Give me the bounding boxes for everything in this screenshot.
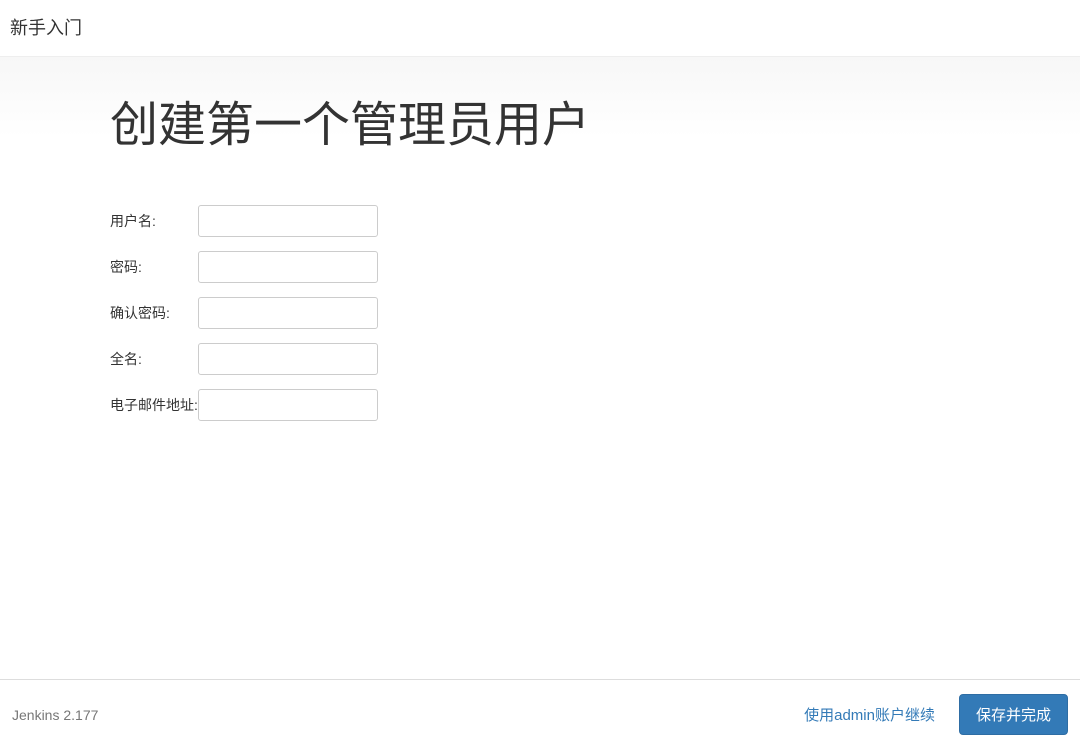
form-row-email: 电子邮件地址: [110, 389, 378, 421]
footer-bar: Jenkins 2.177 使用admin账户继续 保存并完成 [0, 679, 1080, 749]
continue-as-admin-button[interactable]: 使用admin账户继续 [800, 698, 939, 731]
email-input[interactable] [198, 389, 378, 421]
save-and-finish-button[interactable]: 保存并完成 [959, 694, 1068, 735]
form-row-password: 密码: [110, 251, 378, 283]
form-row-username: 用户名: [110, 205, 378, 237]
footer-actions: 使用admin账户继续 保存并完成 [800, 694, 1068, 735]
password-label: 密码: [110, 251, 198, 283]
fullname-input[interactable] [198, 343, 378, 375]
version-label: Jenkins 2.177 [12, 707, 98, 723]
form-row-confirm-password: 确认密码: [110, 297, 378, 329]
form-row-fullname: 全名: [110, 343, 378, 375]
main-content: 创建第一个管理员用户 用户名: 密码: 确认密码: 全名: 电子邮件地址: [0, 57, 1080, 679]
email-label: 电子邮件地址: [110, 389, 198, 421]
fullname-label: 全名: [110, 343, 198, 375]
header-bar: 新手入门 [0, 0, 1080, 57]
page-title: 创建第一个管理员用户 [110, 85, 1080, 155]
content-wrapper: 创建第一个管理员用户 用户名: 密码: 确认密码: 全名: 电子邮件地址: [0, 57, 1080, 435]
header-title: 新手入门 [10, 18, 82, 38]
username-input[interactable] [198, 205, 378, 237]
username-label: 用户名: [110, 205, 198, 237]
admin-user-form: 用户名: 密码: 确认密码: 全名: 电子邮件地址: [110, 191, 378, 435]
password-input[interactable] [198, 251, 378, 283]
confirm-password-input[interactable] [198, 297, 378, 329]
confirm-password-label: 确认密码: [110, 297, 198, 329]
